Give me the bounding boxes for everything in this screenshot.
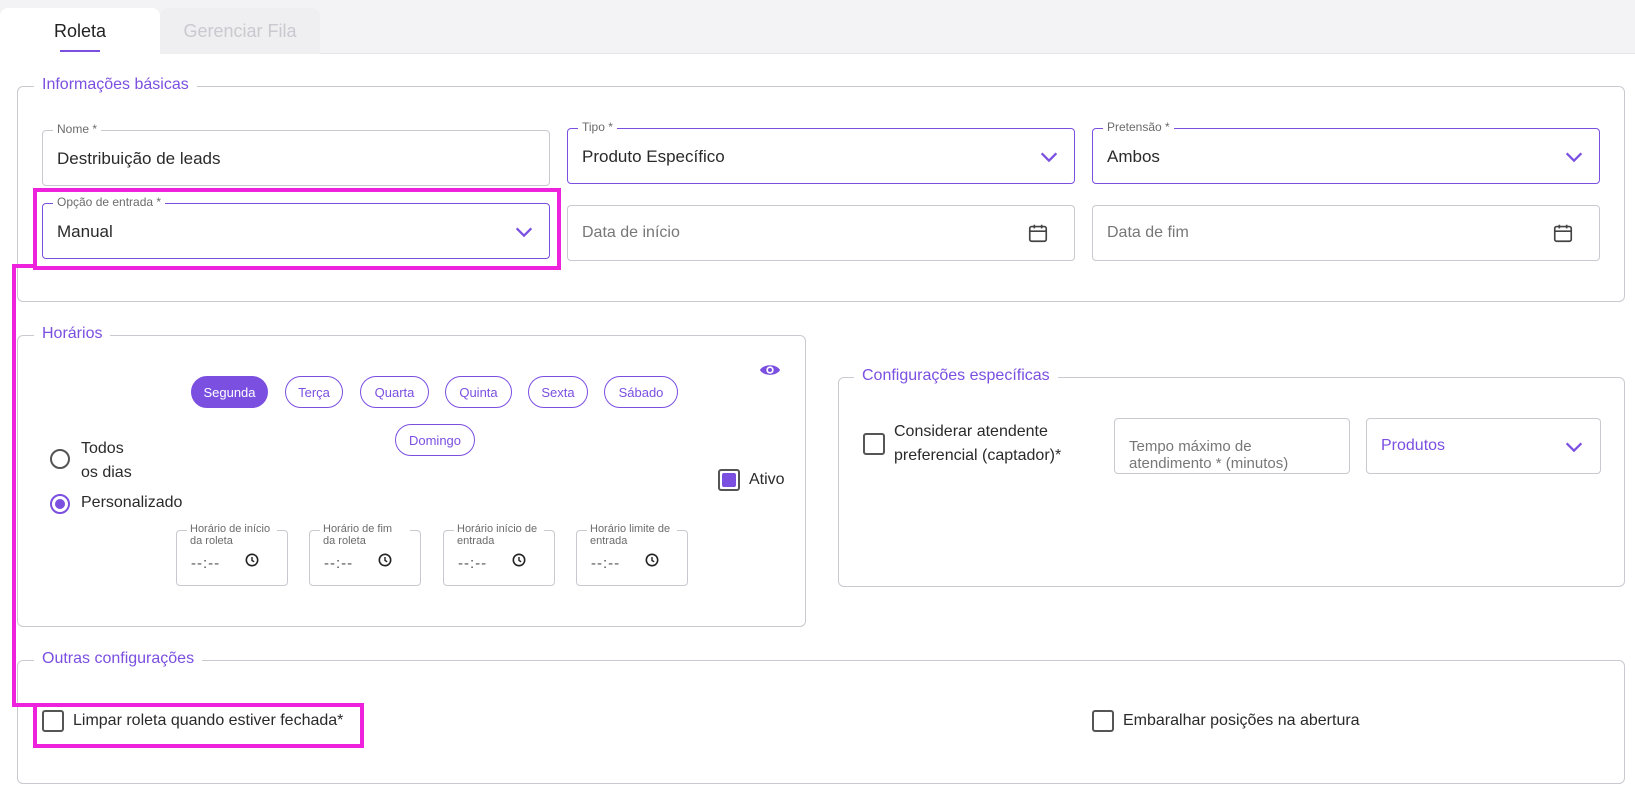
- calendar-icon[interactable]: [1552, 222, 1574, 244]
- ativo-checkbox[interactable]: [718, 469, 740, 491]
- pretensao-value: Ambos: [1107, 147, 1160, 166]
- clock-icon[interactable]: [645, 553, 659, 567]
- tab-active-underline: [60, 50, 100, 52]
- outras-legend: Outras configurações: [34, 650, 203, 668]
- horario-limite-entrada-input[interactable]: Horário limite de entrada --:--: [576, 523, 688, 586]
- produtos-select[interactable]: Produtos: [1366, 418, 1601, 474]
- horario-fim-roleta-input[interactable]: Horário de fim da roleta --:--: [309, 523, 421, 586]
- day-chip-terca[interactable]: Terça: [285, 376, 343, 408]
- time-value: --:--: [191, 555, 221, 572]
- basic-info-legend: Informações básicas: [34, 76, 197, 94]
- day-chip-label: Sábado: [618, 384, 664, 400]
- tab-gerenciar-fila[interactable]: Gerenciar Fila: [160, 8, 320, 54]
- todos-os-dias-label: Todos os dias: [81, 437, 132, 485]
- highlight-connector-vertical: [12, 264, 16, 707]
- time-value: --:--: [591, 555, 621, 572]
- tipo-label: Tipo *: [578, 120, 617, 134]
- horario-inicio-entrada-input[interactable]: Horário início de entrada --:--: [443, 523, 555, 586]
- day-chip-sabado[interactable]: Sábado: [604, 376, 678, 408]
- time-value: --:--: [324, 555, 354, 572]
- chevron-down-icon: [1565, 442, 1583, 453]
- highlight-connector-top: [12, 264, 37, 268]
- time-value: --:--: [458, 555, 488, 572]
- pretensao-select[interactable]: Pretensão * Ambos: [1092, 120, 1600, 184]
- day-chip-label: Terça: [298, 384, 330, 400]
- day-chip-quinta[interactable]: Quinta: [445, 376, 512, 408]
- tempo-maximo-input[interactable]: Tempo máximo de atendimento * (minutos): [1114, 418, 1350, 474]
- day-chip-quarta[interactable]: Quarta: [360, 376, 429, 408]
- todos-line1: Todos: [81, 440, 124, 457]
- day-chip-segunda[interactable]: Segunda: [191, 376, 268, 408]
- tipo-select[interactable]: Tipo * Produto Específico: [567, 120, 1075, 184]
- time-label: Horário de fim da roleta: [320, 523, 410, 547]
- data-fim-placeholder: Data de fim: [1107, 224, 1189, 241]
- tempo-line2: atendimento * (minutos): [1129, 455, 1289, 472]
- tab-gerenciar-fila-label: Gerenciar Fila: [183, 20, 297, 41]
- day-chip-label: Quarta: [374, 384, 415, 400]
- horarios-legend: Horários: [34, 325, 111, 343]
- highlight-limpar-roleta: [33, 703, 364, 748]
- especificas-section: [838, 377, 1625, 587]
- time-label: Horário início de entrada: [454, 523, 544, 547]
- tempo-line1: Tempo máximo de: [1129, 438, 1252, 455]
- nome-value: Destribuição de leads: [57, 149, 221, 168]
- highlight-opcao-entrada: [33, 188, 561, 270]
- clock-icon[interactable]: [245, 553, 259, 567]
- tab-roleta-label: Roleta: [53, 20, 107, 41]
- personalizado-radio[interactable]: [50, 494, 70, 514]
- day-chip-label: Domingo: [408, 432, 462, 448]
- day-chip-sexta[interactable]: Sexta: [528, 376, 588, 408]
- data-inicio-field[interactable]: Data de início: [567, 205, 1075, 261]
- day-chip-domingo[interactable]: Domingo: [395, 424, 475, 456]
- time-label: Horário de início da roleta: [187, 523, 277, 547]
- clock-icon[interactable]: [378, 553, 392, 567]
- tab-roleta[interactable]: Roleta: [0, 8, 160, 54]
- horario-inicio-roleta-input[interactable]: Horário de início da roleta --:--: [176, 523, 288, 586]
- embaralhar-label: Embaralhar posições na abertura: [1123, 712, 1360, 729]
- nome-field[interactable]: Nome * Destribuição de leads: [42, 122, 550, 186]
- todos-line2: os dias: [81, 464, 132, 481]
- pretensao-label: Pretensão *: [1103, 120, 1174, 134]
- time-label: Horário limite de entrada: [587, 523, 677, 547]
- eye-icon[interactable]: [759, 361, 781, 379]
- produtos-value: Produtos: [1381, 437, 1446, 454]
- data-inicio-placeholder: Data de início: [582, 224, 680, 241]
- considerar-line2: preferencial (captador)*: [894, 447, 1062, 464]
- calendar-icon[interactable]: [1027, 222, 1049, 244]
- nome-label: Nome *: [53, 122, 102, 136]
- day-chip-label: Quinta: [459, 384, 498, 400]
- tempo-maximo-placeholder: Tempo máximo de atendimento * (minutos): [1129, 438, 1288, 472]
- ativo-label: Ativo: [749, 471, 785, 488]
- todos-os-dias-radio[interactable]: [50, 449, 70, 469]
- chevron-down-icon: [1565, 152, 1583, 163]
- clock-icon[interactable]: [512, 553, 526, 567]
- considerar-line1: Considerar atendente: [894, 423, 1048, 440]
- tipo-value: Produto Específico: [582, 147, 725, 166]
- considerar-atendente-label: Considerar atendente preferencial (capta…: [894, 420, 1061, 468]
- chevron-down-icon: [1040, 152, 1058, 163]
- day-chip-label: Segunda: [203, 384, 256, 400]
- data-fim-field[interactable]: Data de fim: [1092, 205, 1600, 261]
- personalizado-label: Personalizado: [81, 494, 183, 511]
- especificas-legend: Configurações específicas: [854, 367, 1058, 385]
- considerar-atendente-checkbox[interactable]: [863, 433, 885, 455]
- embaralhar-checkbox[interactable]: [1092, 710, 1114, 732]
- day-chip-label: Sexta: [541, 384, 575, 400]
